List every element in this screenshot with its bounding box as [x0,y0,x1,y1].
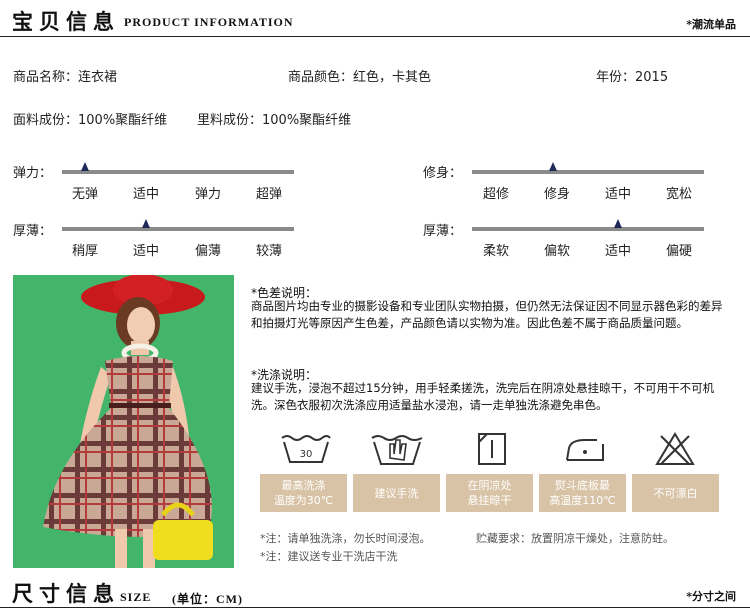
tick-label: 宽松 [665,187,692,202]
color-note-body: 商品图片均由专业的摄影设备和专业团队实物拍摄，但仍然无法保证因不同显示器色彩的差… [251,299,723,330]
footer-divider [0,607,750,608]
slider-label-fit: 修身： [423,166,463,181]
section-subtitle-size: SIZE [120,590,152,604]
slider-track-thickness [62,227,294,231]
tick-label: 较薄 [255,244,282,259]
tick-label: 偏软 [543,244,570,259]
tick-label: 适中 [132,244,159,259]
wash-label-temperature: 最高洗涤 温度为30℃ [260,474,347,512]
tick-label: 无弹 [71,187,98,202]
wash-tub-30-icon: 30 [281,435,331,463]
tick-label: 弹力 [194,187,221,202]
wash-label-text: 最高洗涤 温度为30℃ [273,479,334,507]
wash-note-body: 建议手洗，浸泡不超过15分钟，用手轻柔搓洗，洗完后在阴凉处悬挂晾干，不可用干不可… [251,381,715,412]
footnote-wash-separately: *注：请单独洗涤，勿长时间浸泡。 [260,532,431,545]
footnote-dry-clean: *注：建议送专业干洗店干洗 [260,550,398,563]
tick-label: 超弹 [255,187,282,202]
tick-label: 稍厚 [71,244,98,259]
slider-track-softness [472,227,704,231]
size-right-label: *分寸之间 [686,590,736,603]
do-not-bleach-icon [655,432,695,465]
wash-label-dry-shade: 在阴凉处 悬挂晾干 [446,474,533,512]
iron-icon [566,439,604,461]
header-divider [0,36,750,37]
section-subtitle-product-info: PRODUCT INFORMATION [124,15,294,29]
tick-label: 适中 [132,187,159,202]
section-title-size-info: 尺寸信息 [12,581,120,606]
slider-label-softness: 厚薄： [423,224,463,239]
slider-label-thickness: 厚薄： [13,224,53,239]
wash-label-iron: 熨斗底板最 高温度110℃ [539,474,626,512]
wash-label-text: 建议手洗 [374,486,419,500]
fabric-composition: 面料成份：100%聚酯纤维 [13,113,168,128]
tick-label: 适中 [604,244,631,259]
footnote-storage: 贮藏要求：放置阴凉干燥处，注意防蛀。 [476,532,674,545]
wash-temperature-label: 30 [300,449,313,460]
slider-marker-softness [614,219,623,228]
size-unit-label: (单位：CM) [172,592,243,606]
product-color: 商品颜色：红色，卡其色 [288,70,432,85]
hand-wash-icon [371,435,423,465]
tick-label: 柔软 [482,244,509,259]
tick-label: 偏硬 [665,244,692,259]
lining-composition: 里料成份：100%聚酯纤维 [197,113,352,128]
slider-marker-thickness [141,219,150,228]
section-title-product-info: 宝贝信息 [12,9,120,34]
tick-label: 超修 [482,187,509,202]
slider-track-fit [472,170,704,174]
slider-marker-elasticity [81,162,90,171]
product-year: 年份：2015 [596,70,669,85]
wash-label-no-bleach: 不可漂白 [632,474,719,512]
trend-label: *潮流单品 [686,18,736,31]
line-dry-shade-icon [478,433,506,465]
wash-label-text: 熨斗底板最 高温度110℃ [549,479,616,507]
model-in-plaid-dress-illustration [13,275,234,568]
wash-label-text: 在阴凉处 悬挂晾干 [467,479,512,507]
slider-marker-fit [549,162,558,171]
tick-label: 适中 [604,187,631,202]
slider-label-elasticity: 弹力： [13,166,53,181]
wash-label-text: 不可漂白 [653,486,698,500]
product-photo [13,275,234,568]
tick-label: 修身 [543,187,570,202]
product-name: 商品名称：连衣裙 [13,70,118,85]
wash-label-hand-wash: 建议手洗 [353,474,440,512]
slider-track-elasticity [62,170,294,174]
tick-label: 偏薄 [194,244,221,259]
